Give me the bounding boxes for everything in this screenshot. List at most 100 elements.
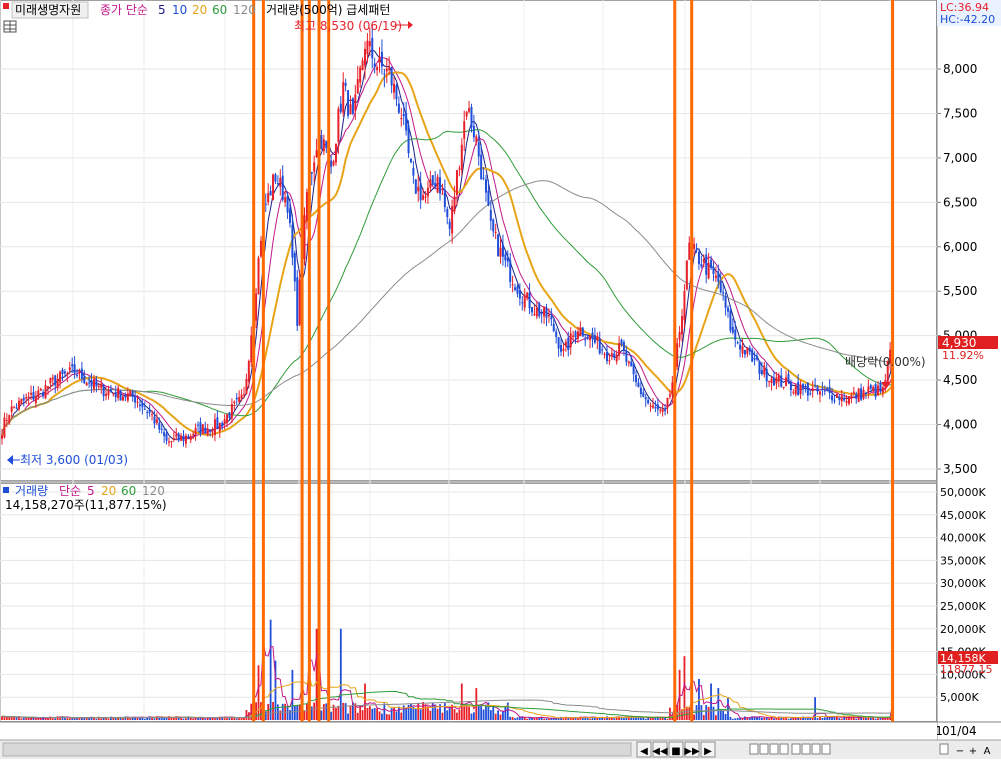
candle-body[interactable] <box>46 386 49 389</box>
toolbar-icon[interactable] <box>779 743 789 755</box>
candle-body[interactable] <box>855 393 858 399</box>
candle-body[interactable] <box>361 60 364 71</box>
candle-body[interactable] <box>627 361 630 364</box>
candle-body[interactable] <box>385 68 388 72</box>
candle-body[interactable] <box>238 397 241 402</box>
candle-body[interactable] <box>477 142 480 157</box>
candle-body[interactable] <box>167 441 170 443</box>
candle-body[interactable] <box>155 419 158 423</box>
candle-body[interactable] <box>593 335 596 343</box>
candle-body[interactable] <box>131 391 134 398</box>
candle-body[interactable] <box>383 73 386 75</box>
candle-body[interactable] <box>68 367 71 371</box>
candle-body[interactable] <box>787 374 790 382</box>
candle-body[interactable] <box>710 259 713 268</box>
candle-body[interactable] <box>119 390 122 401</box>
candle-body[interactable] <box>794 385 797 395</box>
candle-body[interactable] <box>344 82 347 86</box>
candle-body[interactable] <box>199 422 202 434</box>
candle-body[interactable] <box>439 177 442 194</box>
candle-body[interactable] <box>831 395 834 401</box>
candle-body[interactable] <box>460 144 463 171</box>
candle-body[interactable] <box>226 414 229 423</box>
candle-body[interactable] <box>618 343 621 356</box>
candle-body[interactable] <box>30 392 33 395</box>
candle-body[interactable] <box>485 179 487 193</box>
candle-body[interactable] <box>422 195 425 200</box>
candle-body[interactable] <box>850 395 853 399</box>
candle-body[interactable] <box>826 388 829 391</box>
candle-body[interactable] <box>233 401 236 404</box>
candle-body[interactable] <box>245 378 248 394</box>
candle-body[interactable] <box>739 344 742 350</box>
candle-body[interactable] <box>664 409 667 412</box>
candle-body[interactable] <box>797 381 800 395</box>
candle-body[interactable] <box>683 291 686 321</box>
candle-body[interactable] <box>414 179 417 194</box>
candle-body[interactable] <box>267 193 270 203</box>
candle-body[interactable] <box>51 377 54 380</box>
candle-body[interactable] <box>661 409 664 412</box>
candle-body[interactable] <box>494 231 497 233</box>
candle-body[interactable] <box>499 247 502 257</box>
toolbar-button-label[interactable]: ▶▶ <box>684 746 700 757</box>
candle-body[interactable] <box>395 85 398 100</box>
candle-body[interactable] <box>376 67 379 71</box>
candle-body[interactable] <box>799 384 802 395</box>
candle-body[interactable] <box>298 279 301 325</box>
candle-body[interactable] <box>88 382 91 384</box>
candle-body[interactable] <box>576 331 579 339</box>
candle-body[interactable] <box>257 257 260 295</box>
candle-body[interactable] <box>429 179 432 188</box>
candle-body[interactable] <box>782 386 785 388</box>
candle-body[interactable] <box>501 244 504 257</box>
candle-body[interactable] <box>458 168 461 170</box>
candle-body[interactable] <box>107 390 110 396</box>
candle-body[interactable] <box>806 382 809 396</box>
candle-body[interactable] <box>540 313 543 315</box>
candle-body[interactable] <box>835 394 838 398</box>
candle-body[interactable] <box>63 371 66 374</box>
candle-body[interactable] <box>848 396 850 404</box>
candle-body[interactable] <box>700 264 703 267</box>
candle-body[interactable] <box>269 191 272 196</box>
candle-body[interactable] <box>526 292 529 299</box>
candle-body[interactable] <box>811 388 814 392</box>
candle-body[interactable] <box>293 252 296 282</box>
candle-body[interactable] <box>453 196 456 212</box>
candle-body[interactable] <box>589 335 592 341</box>
candle-body[interactable] <box>405 113 408 131</box>
candle-body[interactable] <box>97 385 100 387</box>
candle-body[interactable] <box>3 417 6 438</box>
candle-body[interactable] <box>564 341 567 346</box>
candle-body[interactable] <box>211 431 214 433</box>
candle-body[interactable] <box>480 154 483 180</box>
candle-body[interactable] <box>417 186 420 192</box>
candle-body[interactable] <box>840 395 843 402</box>
candle-body[interactable] <box>105 393 108 396</box>
candle-body[interactable] <box>39 388 42 391</box>
candle-body[interactable] <box>337 108 340 142</box>
candle-body[interactable] <box>296 277 299 326</box>
candle-body[interactable] <box>523 295 526 308</box>
candle-body[interactable] <box>823 390 826 392</box>
candle-body[interactable] <box>334 143 337 163</box>
candle-body[interactable] <box>550 316 553 320</box>
candle-body[interactable] <box>802 383 805 389</box>
candle-body[interactable] <box>753 357 756 360</box>
candle-body[interactable] <box>443 189 446 208</box>
toolbar-icon[interactable] <box>801 743 811 755</box>
candle-body[interactable] <box>552 323 555 332</box>
candle-body[interactable] <box>441 193 444 195</box>
candle-body[interactable] <box>92 379 95 389</box>
candle-body[interactable] <box>213 419 216 435</box>
candle-body[interactable] <box>71 364 74 367</box>
candle-body[interactable] <box>5 419 8 421</box>
candle-body[interactable] <box>371 37 374 59</box>
candle-body[interactable] <box>431 175 434 185</box>
candle-body[interactable] <box>543 306 546 317</box>
stock-name[interactable]: 미래생명자원 <box>15 3 81 17</box>
toolbar-icon[interactable] <box>769 743 779 755</box>
candle-body[interactable] <box>192 434 195 436</box>
candle-body[interactable] <box>13 407 16 409</box>
